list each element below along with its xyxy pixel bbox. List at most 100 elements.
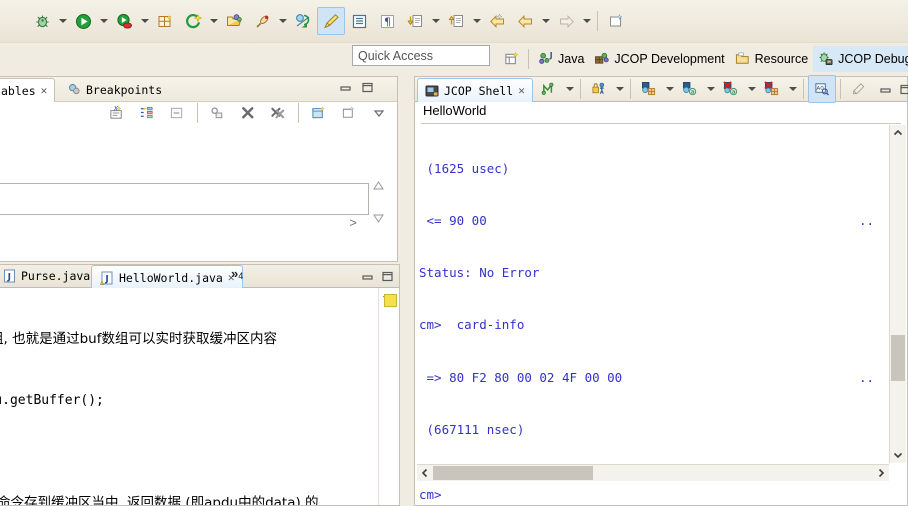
minimize-button[interactable] bbox=[359, 268, 375, 284]
editor-overflow-button[interactable]: » 4 bbox=[231, 266, 243, 281]
tab-variables[interactable]: ables ✕ bbox=[0, 78, 56, 102]
output-text: => 80 F2 80 00 02 4F 00 00 bbox=[419, 369, 623, 385]
forward-icon[interactable] bbox=[552, 7, 580, 35]
minimize-button[interactable] bbox=[877, 81, 893, 97]
maximize-button[interactable] bbox=[359, 79, 375, 95]
output-line: Status: No Error bbox=[419, 264, 889, 281]
code-line: apdu命令存到缓冲区当中, 返回数据 (即apdu中的data) 的 bbox=[0, 495, 319, 505]
tab-label: Breakpoints bbox=[86, 82, 163, 97]
svg-text:a: a bbox=[691, 90, 694, 96]
close-icon[interactable]: ✕ bbox=[518, 84, 525, 97]
shell-prompt: cm> bbox=[419, 486, 442, 502]
forward-dropdown-arrow[interactable] bbox=[580, 8, 593, 34]
code-line: 冲数组, 也就是通过buf数组可以实时获取缓冲区内容 bbox=[0, 331, 277, 347]
run-coverage-icon[interactable] bbox=[110, 7, 138, 35]
delete-applet-dropdown-arrow[interactable] bbox=[745, 76, 758, 102]
output-text: Status: No Error bbox=[419, 265, 540, 281]
install-package-icon[interactable] bbox=[635, 75, 663, 103]
install-applet-dropdown-arrow[interactable] bbox=[704, 76, 717, 102]
authenticate-icon[interactable] bbox=[585, 75, 613, 103]
open-type-icon[interactable] bbox=[220, 7, 248, 35]
next-annotation-icon[interactable] bbox=[401, 7, 429, 35]
expand-arrow-icon[interactable]: > bbox=[349, 215, 357, 230]
perspective-bar-row: Quick Access J Java JCOP Development Res… bbox=[0, 42, 908, 76]
scroll-up-icon[interactable] bbox=[890, 125, 906, 141]
tab-label: HelloWorld.java bbox=[119, 270, 223, 285]
scrollbar-thumb[interactable] bbox=[891, 335, 905, 381]
perspective-jcop-debug[interactable]: JCOP Debug bbox=[813, 46, 908, 72]
panel-divider[interactable] bbox=[400, 76, 414, 506]
show-whitespace-icon[interactable]: ¶ bbox=[373, 7, 401, 35]
tab-breakpoints[interactable]: Breakpoints bbox=[61, 78, 169, 101]
minimize-button[interactable] bbox=[337, 79, 353, 95]
new-editor-icon[interactable] bbox=[602, 7, 630, 35]
perspective-switcher: J Java JCOP Development Resource JCOP De… bbox=[500, 42, 908, 76]
svg-text:J: J bbox=[7, 273, 11, 283]
external-tools-dropdown-arrow[interactable] bbox=[207, 8, 220, 34]
toggle-markup-icon[interactable] bbox=[317, 7, 345, 35]
next-annotation-dropdown-arrow[interactable] bbox=[429, 8, 442, 34]
tab-purse-java[interactable]: J Purse.java bbox=[0, 265, 98, 287]
tab-jcop-shell[interactable]: JCOP Shell ✕ bbox=[417, 78, 533, 102]
java-file-icon: J bbox=[3, 269, 16, 283]
svg-text:¶: ¶ bbox=[384, 15, 391, 28]
shell-horizontal-scrollbar[interactable] bbox=[417, 464, 889, 481]
open-perspective-icon[interactable] bbox=[500, 46, 524, 72]
scroll-right-icon[interactable] bbox=[873, 465, 889, 481]
shell-command-input[interactable]: cm> bbox=[419, 483, 889, 505]
breakpoints-list[interactable]: > bbox=[0, 123, 397, 261]
scroll-down-icon[interactable] bbox=[890, 447, 906, 463]
shell-output[interactable]: (1625 usec) <= 90 00.. Status: No Error … bbox=[419, 125, 889, 463]
debug-icon[interactable] bbox=[28, 7, 56, 35]
perspective-resource[interactable]: Resource bbox=[730, 46, 814, 72]
perspective-jcop-development[interactable]: JCOP Development bbox=[589, 46, 729, 72]
search-pin-icon[interactable] bbox=[248, 7, 276, 35]
upload-dropdown-arrow[interactable] bbox=[563, 76, 576, 102]
scroll-left-icon[interactable] bbox=[417, 465, 433, 481]
scrollbar-thumb[interactable] bbox=[433, 466, 593, 480]
external-tools-icon[interactable] bbox=[179, 7, 207, 35]
toggle-block-selection-icon[interactable] bbox=[345, 7, 373, 35]
toolbar-separator bbox=[803, 79, 804, 99]
delete-applet-icon[interactable]: a bbox=[717, 75, 745, 103]
skip-breakpoints-icon[interactable] bbox=[289, 7, 317, 35]
editor-scrollbar[interactable]: ⌃ bbox=[378, 288, 399, 505]
upload-applet-icon[interactable] bbox=[535, 75, 563, 103]
debug-dropdown-arrow[interactable] bbox=[56, 8, 69, 34]
shell-session-title: HelloWorld bbox=[423, 103, 487, 118]
previous-annotation-icon[interactable] bbox=[442, 7, 470, 35]
search-dropdown-arrow[interactable] bbox=[276, 8, 289, 34]
clear-console-icon[interactable] bbox=[845, 75, 873, 103]
perspective-java[interactable]: J Java bbox=[533, 46, 589, 72]
show-apdu-icon[interactable]: A0 bbox=[808, 75, 836, 103]
code-line: apdu.getBuffer(); bbox=[0, 392, 104, 408]
output-text: (667111 nsec) bbox=[419, 421, 525, 437]
detail-scrollbar[interactable] bbox=[371, 181, 385, 223]
backward-dropdown-arrow[interactable] bbox=[539, 8, 552, 34]
delete-package-dropdown-arrow[interactable] bbox=[786, 76, 799, 102]
svg-text:J: J bbox=[549, 51, 553, 60]
tab-helloworld-java[interactable]: J HelloWorld.java ✕ bbox=[91, 265, 244, 289]
svg-text:J: J bbox=[104, 274, 108, 284]
close-icon[interactable]: ✕ bbox=[41, 84, 48, 97]
install-applet-icon[interactable]: a bbox=[676, 75, 704, 103]
quick-access-input[interactable]: Quick Access bbox=[352, 45, 490, 66]
main-toolbar: ¶ bbox=[0, 0, 908, 43]
coverage-dropdown-arrow[interactable] bbox=[138, 8, 151, 34]
maximize-button[interactable] bbox=[379, 268, 395, 284]
install-package-dropdown-arrow[interactable] bbox=[663, 76, 676, 102]
detail-pane[interactable] bbox=[0, 183, 369, 215]
maximize-button[interactable] bbox=[897, 81, 908, 97]
back-history-icon[interactable] bbox=[483, 7, 511, 35]
output-line: => 80 F2 80 00 02 4F 00 00.. bbox=[419, 369, 889, 386]
java-file-warning-icon: J bbox=[100, 271, 114, 285]
editor-code-area[interactable]: 冲数组, 也就是通过buf数组可以实时获取缓冲区内容 apdu.getBuffe… bbox=[0, 288, 379, 505]
shell-vertical-scrollbar[interactable] bbox=[889, 125, 906, 463]
run-icon[interactable] bbox=[69, 7, 97, 35]
backward-icon[interactable] bbox=[511, 7, 539, 35]
new-java-package-icon[interactable] bbox=[151, 7, 179, 35]
previous-annotation-dropdown-arrow[interactable] bbox=[470, 8, 483, 34]
authenticate-dropdown-arrow[interactable] bbox=[613, 76, 626, 102]
delete-package-icon[interactable] bbox=[758, 75, 786, 103]
run-dropdown-arrow[interactable] bbox=[97, 8, 110, 34]
